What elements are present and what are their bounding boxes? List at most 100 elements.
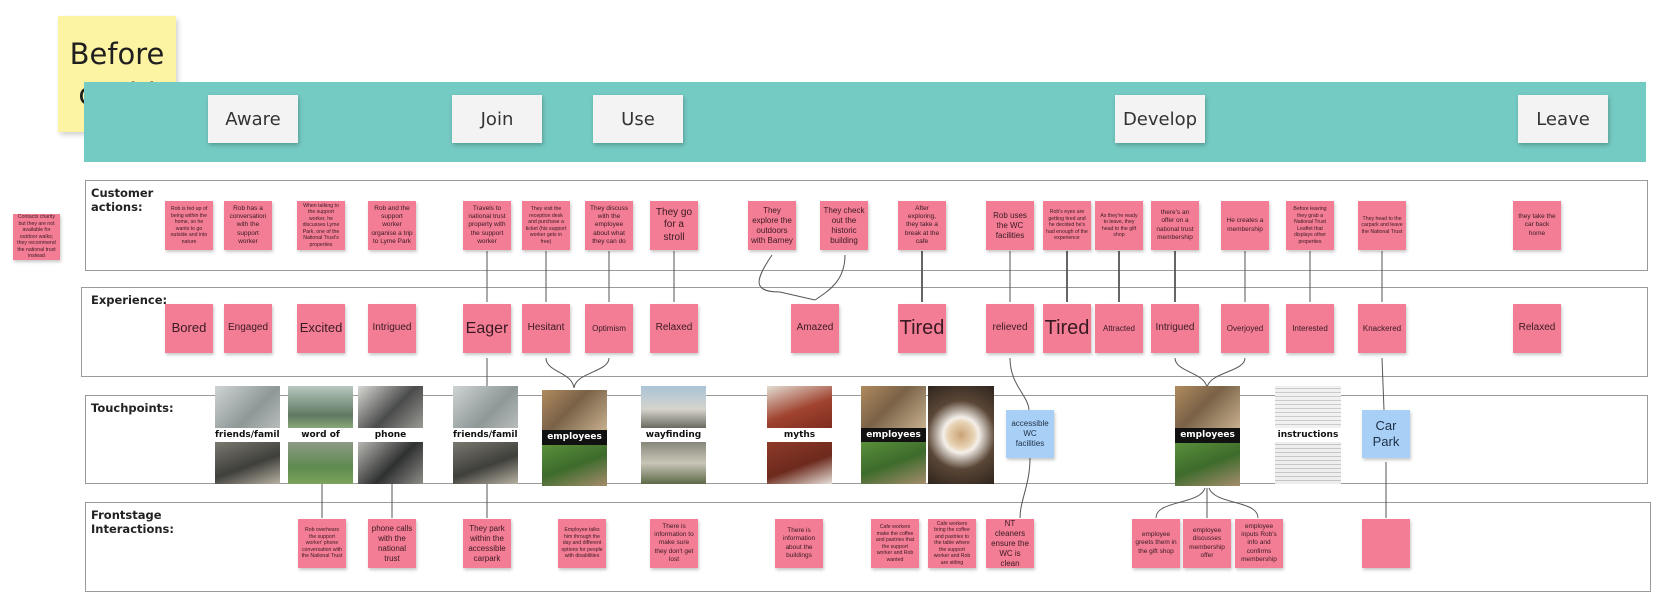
touchpoint-label: employees: [1175, 428, 1240, 443]
touchpoint-friends-family[interactable]: friends/family: [215, 386, 280, 484]
photo-image: [288, 442, 353, 484]
experience-note[interactable]: Tired: [1043, 304, 1091, 353]
photo-image: [453, 442, 518, 484]
photo-image: [288, 386, 353, 428]
action-note[interactable]: They discuss with the employee about wha…: [585, 201, 633, 250]
action-note[interactable]: As they're ready to leave, they head to …: [1095, 201, 1143, 250]
experience-note[interactable]: Amazed: [791, 304, 839, 353]
experience-note[interactable]: Hesitant: [522, 304, 570, 353]
photo-image: [215, 442, 280, 484]
touchpoint-wayfinding[interactable]: wayfinding: [641, 386, 706, 484]
experience-note[interactable]: relieved: [986, 304, 1034, 353]
photo-image: [861, 386, 926, 428]
stray-note[interactable]: Contacts charity but they are not availa…: [13, 214, 60, 260]
frontstage-note[interactable]: There is information about the buildings: [775, 519, 823, 568]
photo-image: [1275, 386, 1341, 428]
experience-note[interactable]: Knackered: [1358, 304, 1406, 353]
action-note[interactable]: Before leaving they grab a National Trus…: [1286, 201, 1334, 250]
experience-note[interactable]: Engaged: [224, 304, 272, 353]
connector: [1019, 457, 1031, 519]
connector: [1381, 357, 1385, 411]
action-note[interactable]: After exploring, they take a break at th…: [898, 201, 946, 250]
experience-note[interactable]: Attracted: [1095, 304, 1143, 353]
action-note[interactable]: They explore the outdoors with Barney: [748, 201, 796, 250]
touchpoint-phone[interactable]: phone: [358, 386, 423, 484]
touchpoint-label: phone: [358, 428, 423, 442]
action-note[interactable]: Rob and the support worker organise a tr…: [368, 201, 416, 250]
photo-image: [641, 386, 706, 428]
connector: [758, 254, 816, 301]
action-note[interactable]: Rob has a conversation with the support …: [224, 201, 272, 250]
experience-note[interactable]: Optimism: [585, 304, 633, 353]
connector: [1009, 357, 1030, 411]
experience-note[interactable]: Tired: [898, 304, 946, 353]
frontstage-note[interactable]: employee discusses membership offer: [1183, 519, 1231, 568]
photo-image: [215, 386, 280, 428]
experience-note[interactable]: Overjoyed: [1221, 304, 1269, 353]
action-note[interactable]: When talking to the support worker, he d…: [297, 201, 345, 250]
action-note[interactable]: there's an offer on a national trust mem…: [1151, 201, 1199, 250]
frontstage-note[interactable]: There is information to make sure they d…: [650, 519, 698, 568]
photo-image: [358, 386, 423, 428]
touchpoint-label: employees: [542, 430, 607, 445]
connector: [1208, 487, 1259, 519]
photo-image: [542, 390, 607, 430]
frontstage-note[interactable]: Employee talks him through the day and d…: [558, 519, 606, 568]
frontstage-note[interactable]: phone calls with the national trust: [368, 519, 416, 568]
photo-image: [1275, 442, 1341, 484]
experience-note[interactable]: Intrigued: [368, 304, 416, 353]
action-note[interactable]: They head to the carpark and leave the N…: [1358, 201, 1406, 250]
action-note[interactable]: Rob uses the WC facilities: [986, 201, 1034, 250]
frontstage-note[interactable]: NT cleaners ensure the WC is clean: [986, 519, 1034, 568]
action-note[interactable]: They go for a stroll: [650, 201, 698, 250]
experience-note[interactable]: Bored: [165, 304, 213, 353]
photo-image: [542, 445, 607, 486]
touchpoint-car-park[interactable]: Car Park: [1362, 410, 1410, 458]
photo-image: [767, 442, 832, 484]
frontstage-note-empty[interactable]: [1362, 519, 1410, 568]
touchpoint-label: myths: [767, 428, 832, 442]
experience-note[interactable]: Excited: [297, 304, 345, 353]
frontstage-note[interactable]: Cafe workers make the coffee and pastrie…: [871, 519, 919, 568]
touchpoint-myths[interactable]: myths: [767, 386, 832, 484]
action-note[interactable]: He creates a membership: [1221, 201, 1269, 250]
connector: [545, 357, 575, 389]
touchpoint-instructions[interactable]: instructions: [1275, 386, 1341, 484]
action-note[interactable]: Rob is fed up of being within the home, …: [165, 201, 213, 250]
frontstage-note[interactable]: Rob overhears the support worker' phone …: [298, 519, 346, 568]
touchpoint-label: friends/family: [453, 428, 518, 442]
photo-image: [1175, 443, 1240, 486]
connector-lines: [321, 251, 1387, 519]
experience-note[interactable]: Interested: [1286, 304, 1334, 353]
photo-image: [861, 442, 926, 484]
frontstage-note[interactable]: They park within the accessible carpark: [463, 519, 511, 568]
experience-note[interactable]: Relaxed: [650, 304, 698, 353]
frontstage-note[interactable]: employee inputs Rob's info and confirms …: [1235, 519, 1283, 568]
connector: [1174, 357, 1208, 389]
touchpoint-employees-3[interactable]: employees: [1175, 386, 1240, 486]
action-note[interactable]: Travels to national trust property with …: [463, 201, 511, 250]
photo-image: [767, 386, 832, 428]
photo-image: [1175, 386, 1240, 428]
frontstage-note[interactable]: Cafe workers bring the coffee and pastri…: [928, 519, 976, 568]
experience-note[interactable]: Relaxed: [1513, 304, 1561, 353]
action-note[interactable]: They visit the reception desk and purcha…: [522, 201, 570, 250]
experience-note[interactable]: Eager: [463, 304, 511, 353]
action-note[interactable]: they take the car back home: [1513, 201, 1561, 250]
touchpoint-label: friends/family: [215, 428, 280, 442]
touchpoint-label: wayfinding: [641, 428, 706, 442]
touchpoint-employees[interactable]: employees: [542, 390, 607, 486]
touchpoint-accessible-wc[interactable]: accessible WC facilities: [1006, 410, 1054, 458]
touchpoint-label: instructions: [1275, 428, 1341, 442]
connector: [1206, 357, 1246, 389]
touchpoint-word-of-mouth[interactable]: word of mouth: [288, 386, 353, 484]
coffee-photo: [928, 386, 994, 484]
touchpoint-label: word of mouth: [288, 428, 353, 454]
action-note[interactable]: They check out the historic building: [820, 201, 868, 250]
experience-note[interactable]: Intrigued: [1151, 304, 1199, 353]
touchpoint-friends-family-2[interactable]: friends/family: [453, 386, 518, 484]
photo-image: [358, 442, 423, 484]
action-note[interactable]: Rob's eyes are getting tired and he deci…: [1043, 201, 1091, 250]
frontstage-note[interactable]: employee greets them in the gift shop: [1132, 519, 1180, 568]
touchpoint-employees-2[interactable]: employees: [861, 386, 926, 484]
